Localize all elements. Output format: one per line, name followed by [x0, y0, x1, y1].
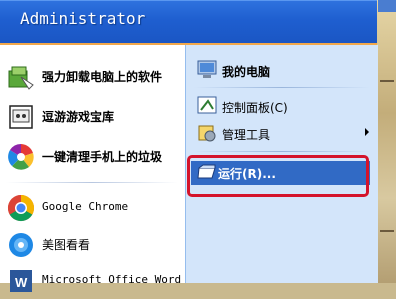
- start-menu-header: Administrator: [0, 0, 377, 45]
- my-computer-icon: [196, 59, 218, 81]
- place-admin-tools[interactable]: 管理工具: [186, 122, 378, 146]
- submenu-arrow-icon: [365, 128, 369, 136]
- phone-cleaner-icon: [7, 143, 35, 171]
- place-my-computer[interactable]: 我的电脑: [186, 59, 378, 83]
- pinned-programs-pane: 强力卸载电脑上的软件 逗游游戏宝库 一键清理手机上的垃圾 Google Chro…: [0, 45, 185, 292]
- software-uninstall-icon: [7, 63, 35, 91]
- control-panel-icon: [196, 95, 218, 117]
- menu-separator: [194, 87, 370, 88]
- desktop-background: [377, 0, 396, 283]
- pinned-item-chrome[interactable]: Google Chrome: [0, 190, 185, 226]
- place-control-panel[interactable]: 控制面板(C): [186, 95, 378, 119]
- pinned-item-uninstaller[interactable]: 强力卸载电脑上的软件: [0, 59, 185, 95]
- menu-separator: [6, 182, 178, 183]
- desktop-detail: [378, 0, 396, 12]
- pinned-item-photo-viewer[interactable]: 美图看看: [0, 227, 185, 263]
- menu-separator: [194, 151, 370, 152]
- desktop-detail: [380, 230, 394, 232]
- game-library-icon: [7, 103, 35, 131]
- photo-viewer-icon: [7, 231, 35, 259]
- admin-tools-icon: [196, 122, 218, 144]
- user-name: Administrator: [20, 9, 146, 28]
- pinned-item-phone-cleaner[interactable]: 一键清理手机上的垃圾: [0, 139, 185, 175]
- chrome-icon: [7, 194, 35, 222]
- desktop-detail: [380, 80, 394, 82]
- word-icon: W: [7, 267, 35, 295]
- pinned-item-game-library[interactable]: 逗游游戏宝库: [0, 99, 185, 135]
- highlight-annotation: [187, 155, 369, 197]
- pinned-item-word[interactable]: W Microsoft Office Word: [0, 263, 185, 299]
